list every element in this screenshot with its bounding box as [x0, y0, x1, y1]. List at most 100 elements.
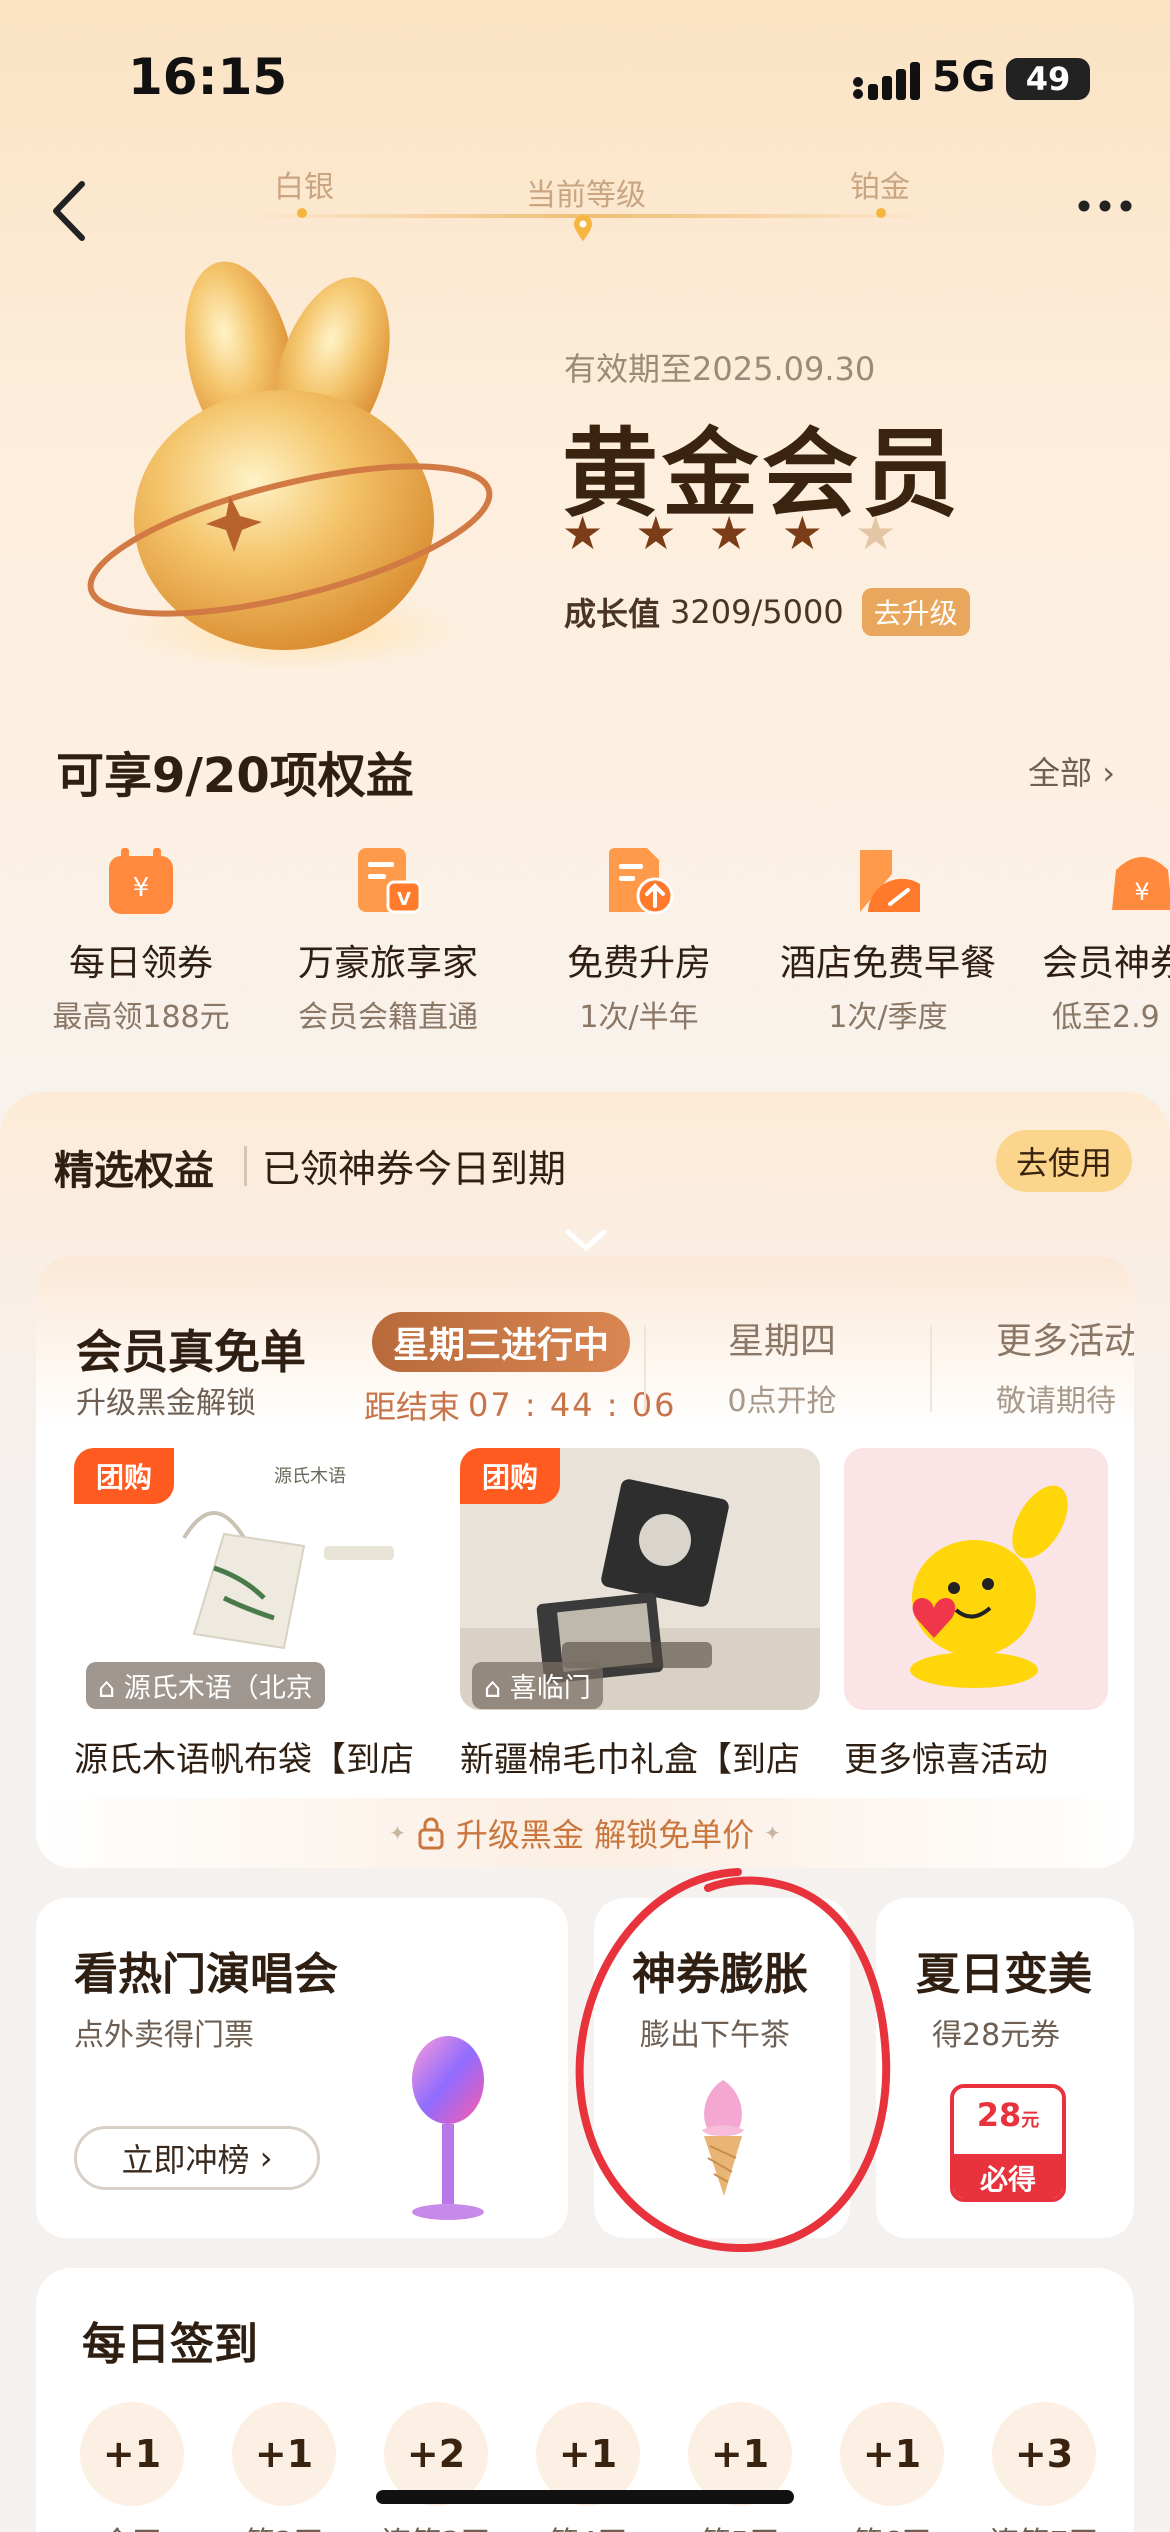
growth-value: 3209/5000 [670, 593, 844, 631]
level-stars: ★ ★ ★ ★ ★ [562, 510, 896, 556]
lock-icon [418, 1817, 444, 1850]
checkin-day-label: 连签3天 [361, 2518, 511, 2532]
product-name: 更多惊喜活动 [844, 1740, 1048, 1780]
tab-more-label: 更多活动 [996, 1321, 1134, 1362]
rank-now-button[interactable]: 立即冲榜 › [74, 2126, 320, 2190]
more-options-icon[interactable] [1070, 176, 1140, 236]
rank-now-label: 立即冲榜 [121, 2141, 250, 2179]
tab-separator [644, 1326, 646, 1412]
yellow-mascot-image [844, 1448, 1108, 1710]
level-current-label: 当前等级 [526, 178, 646, 213]
group-buy-tag: 团购 [74, 1448, 175, 1504]
chevron-down-icon [565, 1229, 607, 1252]
checkin-day-7[interactable]: +3 [992, 2402, 1096, 2506]
network-type: 5G [932, 52, 996, 101]
benefit-name: 酒店免费早餐 [779, 943, 996, 984]
product-image [844, 1448, 1108, 1710]
valid-until: 有效期至2025.09.30 [564, 350, 876, 388]
checkin-day-label: 第5天 [665, 2518, 815, 2532]
benefit-item-marriott[interactable]: V 万豪旅享家 会员会籍直通 [273, 840, 503, 1036]
free-order-title: 会员真免单 [76, 1325, 306, 1379]
checkin-day-label: 第2天 [209, 2518, 359, 2532]
status-time: 16:15 [128, 48, 288, 106]
divider [244, 1146, 247, 1186]
red-highlight-circle [575, 1868, 891, 2253]
upgrade-button[interactable]: 去升级 [861, 588, 970, 636]
free-order-subtitle: 升级黑金解锁 [76, 1386, 256, 1421]
group-buy-tag: 团购 [460, 1448, 561, 1504]
checkin-day-label: 第6天 [817, 2518, 967, 2532]
benefits-all-link[interactable]: 全部 › [1028, 748, 1115, 794]
battery-level: 49 [1025, 60, 1071, 98]
coupon-28: 28元 必得 [950, 2084, 1066, 2202]
benefit-sub: 1次/季度 [828, 1000, 948, 1035]
card-subtitle: 得28元券 [932, 2018, 1061, 2053]
coupon-bag-icon: ¥ [1112, 857, 1170, 910]
coupon-amount-row: 28元 [954, 2096, 1062, 2134]
checkin-day-2[interactable]: +1 [232, 2402, 336, 2506]
coupon-icon: ¥ [109, 848, 173, 914]
selected-subtitle: 已领神券今日到期 [262, 1147, 567, 1191]
tab-wednesday[interactable]: 星期三进行中 [372, 1312, 630, 1372]
battery-icon: 49 [1006, 58, 1090, 100]
star-icon: ★ [562, 506, 604, 560]
summer-beauty-card[interactable]: 夏日变美 得28元券 28元 必得 [876, 1898, 1134, 2238]
benefit-sub: 1次/半年 [579, 1000, 699, 1035]
level-silver-label: 白银 [274, 170, 334, 205]
room-upgrade-icon [609, 848, 674, 915]
microphone-icon [412, 2036, 484, 2220]
home-indicator [376, 2490, 794, 2504]
shop-icon: ⌂ [484, 1673, 510, 1704]
checkin-title: 每日签到 [82, 2319, 258, 2370]
checkin-day-6[interactable]: +1 [840, 2402, 944, 2506]
benefit-item-breakfast[interactable]: 酒店免费早餐 1次/季度 [773, 840, 1003, 1036]
tab-thursday[interactable]: 星期四 0点开抢 [672, 1312, 892, 1420]
product-canvas-bag[interactable]: 源氏木语 团购 ⌂ 源氏木语（北京 源氏木语帆布袋【到店 [74, 1448, 454, 1788]
unlock-text: 升级黑金 解锁免单价 [455, 1816, 755, 1854]
benefit-name: 会员神券 [1042, 943, 1170, 984]
tab-thursday-label: 星期四 [727, 1321, 836, 1362]
benefit-sub: 低至2.9 [1052, 1000, 1160, 1035]
benefit-name: 万豪旅享家 [297, 943, 478, 984]
chevron-right-icon: › [1102, 754, 1115, 792]
vip-card-icon: V [358, 848, 422, 914]
coupon-amount: 28 [976, 2096, 1022, 2134]
level-progress-track: 白银 当前等级 铂金 [190, 160, 980, 250]
benefit-sub: 最高领188元 [52, 1000, 230, 1035]
tab-thursday-sub: 0点开抢 [727, 1384, 837, 1419]
product-more-surprises[interactable]: 更多惊喜活动 [844, 1448, 1114, 1788]
concert-card[interactable]: 看热门演唱会 点外卖得门票 立即冲榜 › [36, 1898, 568, 2238]
level-platinum-dot [876, 208, 886, 218]
svg-text:V: V [397, 889, 411, 910]
checkin-day-1[interactable]: +1 [80, 2402, 184, 2506]
growth-label: 成长值 [564, 595, 661, 633]
shop-label: ⌂ 源氏木语（北京 [86, 1662, 325, 1709]
back-arrow-icon[interactable] [44, 176, 94, 246]
benefits-list: ¥ 每日领券 最高领188元 V 万豪旅享家 会员会籍直通 免费升房 1次/半年… [0, 840, 1170, 1040]
chevron-right-icon: › [259, 2139, 273, 2177]
shop-icon: ⌂ [98, 1673, 124, 1704]
checkin-day-label: 第4天 [513, 2518, 663, 2532]
star-icon: ★ [635, 506, 677, 560]
product-name: 新疆棉毛巾礼盒【到店 [460, 1740, 800, 1780]
benefits-all-label: 全部 [1028, 754, 1093, 792]
benefit-item-room-upgrade[interactable]: 免费升房 1次/半年 [524, 840, 754, 1036]
star-empty-icon: ★ [855, 506, 897, 560]
checkin-day-label: 连签7天 [969, 2518, 1119, 2532]
tab-more-activities[interactable]: 更多活动 敬请期待 [996, 1312, 1134, 1420]
star-icon: ★ [708, 506, 750, 560]
countdown: 距结束 07 : 44 : 06 [364, 1382, 676, 1428]
selected-title: 精选权益 [54, 1148, 214, 1194]
benefit-sub: 会员会籍直通 [298, 1000, 478, 1035]
shop-name: 源氏木语（北京 [123, 1673, 313, 1704]
status-bar: 16:15 5G 49 [0, 0, 1170, 140]
shop-label: ⌂ 喜临门 [472, 1662, 603, 1709]
benefit-item-daily-coupon[interactable]: ¥ 每日领券 最高领188元 [26, 840, 256, 1036]
product-towel-gift-box[interactable]: 团购 ⌂ 喜临门 新疆棉毛巾礼盒【到店 [460, 1448, 820, 1788]
card-title: 夏日变美 [916, 1949, 1092, 2000]
card-subtitle: 点外卖得门票 [74, 2018, 254, 2053]
card-title: 看热门演唱会 [74, 1949, 338, 2000]
go-use-button[interactable]: 去使用 [996, 1130, 1132, 1192]
benefit-item-coupon[interactable]: ¥ 会员神券 低至2.9 [1022, 840, 1170, 1036]
svg-text:源氏木语: 源氏木语 [274, 1466, 346, 1487]
